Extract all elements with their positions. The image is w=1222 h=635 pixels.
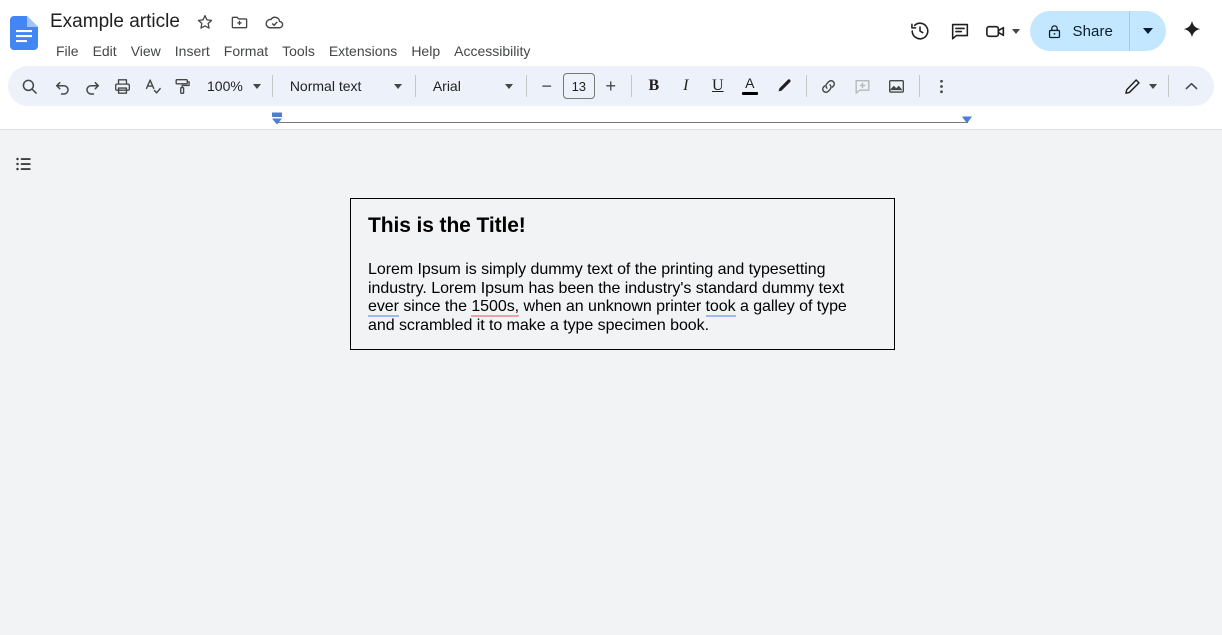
paragraph-text-part-3: when an unknown printer bbox=[519, 298, 705, 315]
menu-tools[interactable]: Tools bbox=[275, 41, 322, 61]
toolbar-divider bbox=[919, 75, 920, 97]
title-row: Example article bbox=[48, 8, 537, 36]
spellcheck-icon[interactable] bbox=[137, 71, 167, 101]
paint-format-icon[interactable] bbox=[167, 71, 197, 101]
paragraph-text-part-1: Lorem Ipsum is simply dummy text of the … bbox=[368, 261, 844, 297]
header-actions: Share bbox=[900, 10, 1212, 52]
version-history-icon[interactable] bbox=[900, 11, 940, 51]
underline-button[interactable]: U bbox=[703, 71, 733, 101]
menu-view[interactable]: View bbox=[124, 41, 168, 61]
title-and-menus: Example article bbox=[48, 8, 537, 63]
gemini-sparkle-icon[interactable] bbox=[1172, 11, 1212, 51]
menu-help[interactable]: Help bbox=[404, 41, 447, 61]
share-dropdown-button[interactable] bbox=[1130, 11, 1166, 51]
left-indent-marker[interactable] bbox=[269, 112, 285, 128]
font-family-value: Arial bbox=[433, 78, 461, 94]
chevron-up-icon[interactable] bbox=[1176, 71, 1206, 101]
print-icon[interactable] bbox=[107, 71, 137, 101]
paragraph-text-part-2: since the bbox=[399, 298, 471, 315]
document-ruler bbox=[0, 108, 1222, 130]
toolbar-divider bbox=[806, 75, 807, 97]
docs-file-icon[interactable] bbox=[8, 14, 40, 52]
page-title[interactable]: Example article bbox=[48, 11, 182, 33]
video-camera-icon bbox=[984, 20, 1007, 43]
meet-call-button[interactable] bbox=[980, 11, 1022, 51]
highlight-pen-icon[interactable] bbox=[769, 71, 799, 101]
zoom-value: 100% bbox=[207, 78, 243, 94]
menu-file[interactable]: File bbox=[49, 41, 86, 61]
more-options-icon[interactable] bbox=[927, 71, 957, 101]
add-comment-icon[interactable] bbox=[848, 71, 878, 101]
toolbar-container: 100% Normal text Arial − + B bbox=[0, 66, 1222, 106]
font-size-stepper: − + bbox=[534, 73, 624, 99]
toolbar-divider bbox=[526, 75, 527, 97]
paragraph-style-value: Normal text bbox=[290, 78, 362, 94]
chevron-down-icon bbox=[394, 84, 402, 89]
menu-format[interactable]: Format bbox=[217, 41, 275, 61]
editing-mode-button[interactable] bbox=[1117, 71, 1161, 101]
insert-image-icon[interactable] bbox=[882, 71, 912, 101]
undo-icon[interactable] bbox=[47, 71, 77, 101]
text-color-label: A bbox=[745, 77, 754, 90]
menu-bar: File Edit View Insert Format Tools Exten… bbox=[49, 39, 537, 63]
search-icon[interactable] bbox=[14, 71, 44, 101]
toolbar-right-group bbox=[1117, 66, 1208, 106]
share-label: Share bbox=[1072, 23, 1113, 40]
chevron-down-icon bbox=[1149, 84, 1157, 89]
main-toolbar: 100% Normal text Arial − + B bbox=[8, 66, 1214, 106]
decrease-font-size-button[interactable]: − bbox=[534, 73, 560, 99]
share-main[interactable]: Share bbox=[1030, 11, 1129, 51]
star-icon[interactable] bbox=[193, 10, 217, 34]
ruler-line bbox=[277, 122, 968, 123]
menu-insert[interactable]: Insert bbox=[168, 41, 217, 61]
toolbar-divider bbox=[1168, 75, 1169, 97]
menu-edit[interactable]: Edit bbox=[86, 41, 124, 61]
paragraph-style-dropdown[interactable]: Normal text bbox=[280, 71, 408, 101]
chevron-down-icon bbox=[253, 84, 261, 89]
cloud-saved-icon[interactable] bbox=[263, 10, 287, 34]
editing-mode-pencil-icon bbox=[1123, 77, 1142, 96]
zoom-control[interactable]: 100% bbox=[199, 71, 265, 101]
lock-icon bbox=[1046, 23, 1063, 40]
document-text-box[interactable]: This is the Title! Lorem Ipsum is simply… bbox=[350, 198, 895, 350]
document-heading: This is the Title! bbox=[368, 213, 877, 239]
right-indent-marker[interactable] bbox=[959, 116, 975, 126]
underline-label: U bbox=[712, 78, 724, 94]
increase-font-size-button[interactable]: + bbox=[598, 73, 624, 99]
italic-button[interactable]: I bbox=[671, 71, 701, 101]
document-paragraph: Lorem Ipsum is simply dummy text of the … bbox=[368, 261, 877, 335]
font-size-input[interactable] bbox=[563, 73, 595, 99]
document-outline-icon[interactable] bbox=[8, 148, 40, 180]
italic-label: I bbox=[683, 78, 688, 94]
app-header: Example article bbox=[0, 0, 1222, 64]
bold-label: B bbox=[648, 78, 659, 94]
menu-extensions[interactable]: Extensions bbox=[322, 41, 404, 61]
menu-accessibility[interactable]: Accessibility bbox=[447, 41, 537, 61]
toolbar-divider bbox=[415, 75, 416, 97]
move-to-folder-icon[interactable] bbox=[228, 10, 252, 34]
chevron-down-icon bbox=[1012, 29, 1020, 34]
redo-icon[interactable] bbox=[77, 71, 107, 101]
chevron-down-icon bbox=[1143, 28, 1153, 34]
chevron-down-icon bbox=[505, 84, 513, 89]
text-color-swatch bbox=[742, 92, 758, 95]
grammar-suggestion-ever[interactable]: ever bbox=[368, 298, 399, 317]
spelling-suggestion-1500s[interactable]: 1500s, bbox=[471, 298, 519, 317]
bold-button[interactable]: B bbox=[639, 71, 669, 101]
toolbar-divider bbox=[631, 75, 632, 97]
text-color-button[interactable]: A bbox=[735, 71, 765, 101]
comment-history-icon[interactable] bbox=[940, 11, 980, 51]
share-button[interactable]: Share bbox=[1030, 11, 1166, 51]
toolbar-divider bbox=[272, 75, 273, 97]
document-canvas: This is the Title! Lorem Ipsum is simply… bbox=[0, 130, 1222, 635]
grammar-suggestion-took[interactable]: took bbox=[706, 298, 736, 317]
font-family-dropdown[interactable]: Arial bbox=[423, 71, 519, 101]
google-docs-window: Example article bbox=[0, 0, 1222, 635]
insert-link-icon[interactable] bbox=[814, 71, 844, 101]
